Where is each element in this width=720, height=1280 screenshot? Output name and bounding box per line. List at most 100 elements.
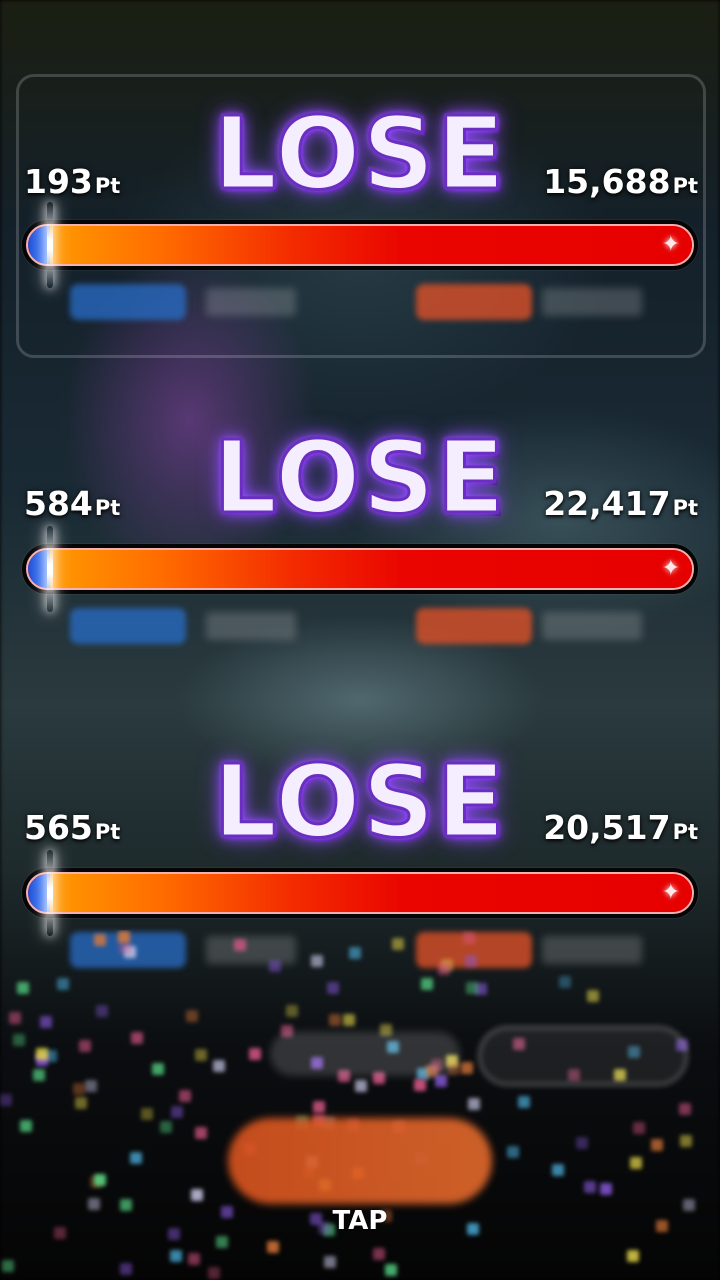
opponent-score-value: 22,417	[543, 484, 671, 523]
confetti-piece	[633, 1122, 645, 1134]
confetti-piece	[33, 1069, 45, 1081]
confetti-piece	[131, 1032, 143, 1044]
confetti-piece	[94, 1174, 106, 1186]
score-unit: Pt	[94, 496, 121, 520]
confetti-piece	[507, 1146, 519, 1158]
opponent-score: 15,688Pt	[543, 162, 698, 206]
confetti-piece	[576, 1137, 588, 1149]
confetti-piece	[373, 1248, 385, 1260]
confetti-piece	[57, 978, 69, 990]
tap-to-continue[interactable]: TAP	[0, 1204, 720, 1238]
score-unit: Pt	[672, 496, 698, 520]
confetti-piece	[392, 938, 404, 950]
confetti-piece	[461, 1062, 473, 1074]
player-score: 193Pt	[24, 162, 120, 206]
opponent-score: 22,417Pt	[543, 484, 698, 528]
confetti-piece	[120, 1263, 132, 1275]
confetti-piece	[286, 1005, 298, 1017]
confetti-piece	[559, 976, 571, 988]
confetti-piece	[94, 934, 106, 946]
confetti-piece	[584, 1181, 596, 1193]
confetti-piece	[75, 1097, 87, 1109]
confetti-piece	[466, 982, 478, 994]
opponent-bar-segment	[50, 226, 692, 264]
confetti-piece	[118, 931, 130, 943]
confetti-piece	[311, 955, 323, 967]
confetti-piece	[463, 932, 475, 944]
score-bar-fill	[26, 872, 694, 914]
confetti-piece	[630, 1157, 642, 1169]
opponent-score: 20,517Pt	[543, 808, 698, 852]
confetti-piece	[13, 1034, 25, 1046]
confetti-piece	[36, 1048, 48, 1060]
background-blur-text	[206, 288, 296, 316]
bar-divider-flash	[47, 850, 53, 936]
confetti-piece	[130, 1152, 142, 1164]
confetti-piece	[651, 1139, 663, 1151]
confetti-piece	[141, 1108, 153, 1120]
confetti-piece	[269, 960, 281, 972]
confetti-piece	[249, 1048, 261, 1060]
background-blur-text	[542, 612, 642, 640]
confetti-piece	[587, 990, 599, 1002]
blurred-skip-button	[478, 1026, 688, 1086]
confetti-piece	[421, 978, 433, 990]
confetti-piece	[20, 1120, 32, 1132]
confetti-piece	[179, 1090, 191, 1102]
opponent-bar-segment	[50, 550, 692, 588]
score-unit: Pt	[94, 820, 121, 844]
confetti-piece	[518, 1096, 530, 1108]
confetti-piece	[171, 1106, 183, 1118]
confetti-piece	[327, 982, 339, 994]
opponent-score-value: 20,517	[543, 808, 671, 847]
player-score-value: 584	[24, 484, 93, 523]
confetti-piece	[160, 1121, 172, 1133]
confetti-piece	[552, 1164, 564, 1176]
score-bar: ✦	[22, 850, 698, 936]
score-bar: ✦	[22, 202, 698, 288]
confetti-piece	[329, 1014, 341, 1026]
background-blur-chip	[70, 284, 186, 320]
confetti-piece	[79, 1040, 91, 1052]
blurred-bonus-chip	[270, 1032, 460, 1076]
confetti-piece	[188, 1253, 200, 1265]
player-score-value: 193	[24, 162, 93, 201]
confetti-piece	[119, 942, 131, 954]
sparkle-icon: ✦	[661, 880, 680, 905]
confetti-piece	[465, 955, 477, 967]
confetti-piece	[627, 1250, 639, 1262]
player-score-value: 565	[24, 808, 93, 847]
confetti-piece	[468, 1098, 480, 1110]
confetti-piece	[195, 1127, 207, 1139]
confetti-piece	[438, 963, 450, 975]
bar-divider-flash	[47, 202, 53, 288]
opponent-score-value: 15,688	[543, 162, 671, 201]
confetti-piece	[96, 1005, 108, 1017]
confetti-piece	[234, 939, 246, 951]
confetti-piece	[208, 1267, 220, 1279]
score-bar-fill	[26, 224, 694, 266]
confetti-piece	[2, 1260, 14, 1272]
confetti-piece	[355, 1080, 367, 1092]
player-score: 565Pt	[24, 808, 120, 852]
confetti-piece	[679, 1103, 691, 1115]
score-unit: Pt	[672, 174, 698, 198]
score-bar: ✦	[22, 526, 698, 612]
score-unit: Pt	[94, 174, 121, 198]
background-blur-text	[206, 612, 296, 640]
confetti-piece	[313, 1101, 325, 1113]
sparkle-icon: ✦	[661, 556, 680, 581]
confetti-piece	[195, 1049, 207, 1061]
confetti-piece	[17, 982, 29, 994]
score-unit: Pt	[672, 820, 698, 844]
confetti-piece	[170, 1250, 182, 1262]
confetti-piece	[40, 1016, 52, 1028]
background-blur-chip	[416, 284, 532, 320]
confetti-piece	[9, 1012, 21, 1024]
sparkle-icon: ✦	[661, 232, 680, 257]
confetti-piece	[152, 1063, 164, 1075]
confetti-piece	[213, 1060, 225, 1072]
background-blur-text	[542, 288, 642, 316]
confetti-piece	[0, 1094, 12, 1106]
background-blur-chip	[416, 608, 532, 644]
